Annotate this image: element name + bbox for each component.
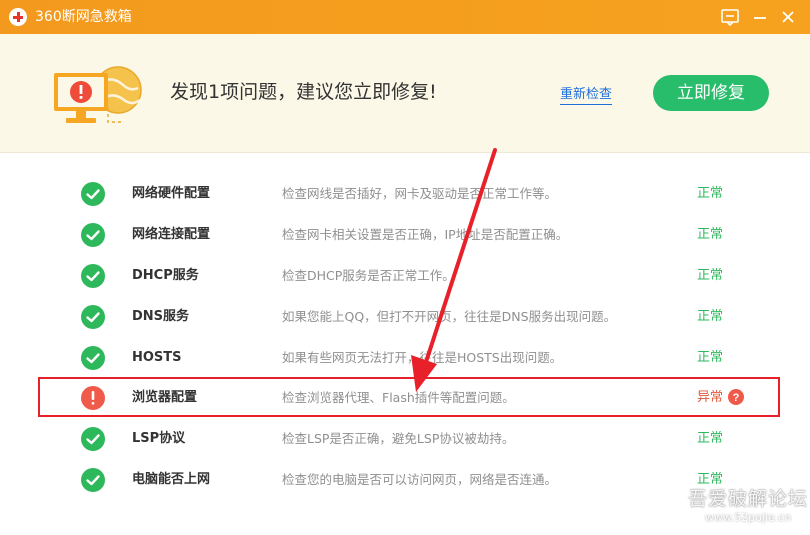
- window-title: 360断网急救箱: [35, 9, 132, 25]
- check-item-desc: 检查您的电脑是否可以访问网页，网络是否连通。: [282, 472, 558, 487]
- check-item-desc: 检查网卡相关设置是否正确，IP地址是否配置正确。: [282, 227, 569, 242]
- result-banner: 发现1项问题，建议您立即修复! 重新检查 立即修复: [0, 34, 810, 153]
- check-item-status: 正常: [697, 268, 724, 283]
- minimize-icon[interactable]: [750, 7, 770, 27]
- check-circle-icon: [81, 264, 105, 288]
- check-circle-icon: [81, 346, 105, 370]
- highlight-box: [38, 377, 780, 417]
- watermark-url: www.52pojie.cn: [704, 511, 792, 524]
- red-cross-logo-icon: [9, 8, 27, 26]
- problem-summary: 发现1项问题，建议您立即修复!: [170, 81, 437, 103]
- check-item-desc: 检查LSP是否正确，避免LSP协议被劫持。: [282, 431, 515, 446]
- close-icon[interactable]: [778, 7, 798, 27]
- check-item-status: 正常: [697, 350, 724, 365]
- check-item-network-hardware: 网络硬件配置 检查网线是否插好，网卡及驱动是否正常工作等。 正常: [0, 174, 810, 214]
- check-circle-icon: [81, 223, 105, 247]
- recheck-link[interactable]: 重新检查: [560, 86, 613, 105]
- check-item-desc: 如果您能上QQ，但打不开网页，往往是DNS服务出现问题。: [282, 309, 617, 324]
- title-bar: 360断网急救箱: [0, 0, 810, 34]
- check-item-status: 正常: [697, 227, 724, 242]
- check-item-name: 网络硬件配置: [132, 186, 211, 201]
- check-circle-icon: [81, 468, 105, 492]
- fix-now-button[interactable]: 立即修复: [653, 75, 769, 111]
- check-item-status: 正常: [697, 309, 724, 324]
- feedback-icon[interactable]: [720, 7, 740, 27]
- check-item-network-connection: 网络连接配置 检查网卡相关设置是否正确，IP地址是否配置正确。 正常: [0, 215, 810, 255]
- check-item-name: DHCP服务: [132, 268, 199, 283]
- check-item-dhcp: DHCP服务 检查DHCP服务是否正常工作。 正常: [0, 256, 810, 296]
- computer-warning-icon: [54, 66, 142, 123]
- check-item-desc: 检查网线是否插好，网卡及驱动是否正常工作等。: [282, 186, 558, 201]
- check-item-desc: 检查DHCP服务是否正常工作。: [282, 268, 455, 283]
- check-item-desc: 如果有些网页无法打开，往往是HOSTS出现问题。: [282, 350, 563, 365]
- check-item-lsp: LSP协议 检查LSP是否正确，避免LSP协议被劫持。 正常: [0, 419, 810, 459]
- check-item-name: HOSTS: [132, 350, 182, 365]
- check-item-dns: DNS服务 如果您能上QQ，但打不开网页，往往是DNS服务出现问题。 正常: [0, 297, 810, 337]
- check-circle-icon: [81, 305, 105, 329]
- check-item-hosts: HOSTS 如果有些网页无法打开，往往是HOSTS出现问题。 正常: [0, 338, 810, 378]
- check-item-name: DNS服务: [132, 309, 190, 324]
- check-item-name: LSP协议: [132, 431, 186, 446]
- check-circle-icon: [81, 182, 105, 206]
- check-circle-icon: [81, 427, 105, 451]
- check-item-status: 正常: [697, 186, 724, 201]
- check-item-status: 正常: [697, 431, 724, 446]
- watermark-text: 吾爱破解论坛: [688, 488, 809, 510]
- check-item-name: 电脑能否上网: [132, 472, 211, 487]
- watermark: 吾爱破解论坛 www.52pojie.cn: [688, 487, 808, 525]
- check-item-name: 网络连接配置: [132, 227, 211, 242]
